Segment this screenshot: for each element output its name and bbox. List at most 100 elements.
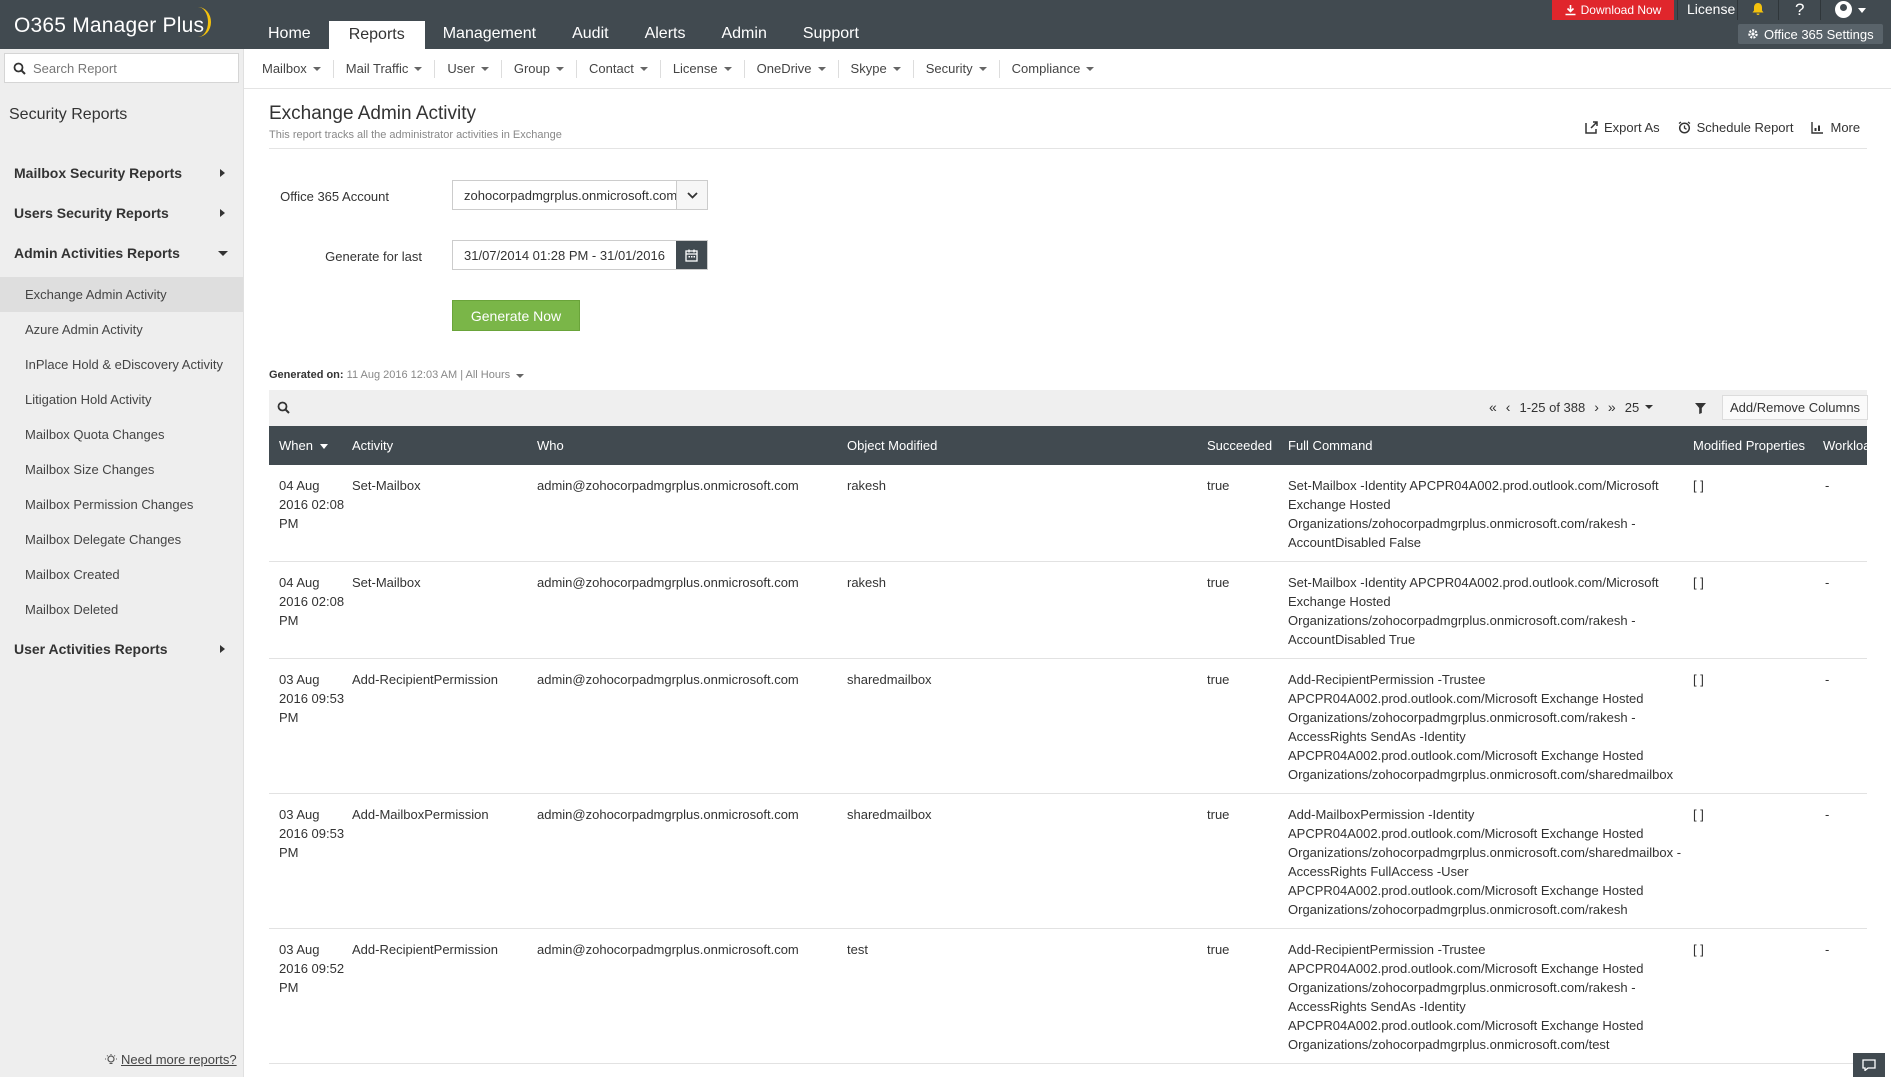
subnav-label: Group — [513, 61, 550, 76]
cell-modified-properties[interactable]: [ ] — [1693, 670, 1704, 689]
cell-when: 04 Aug 2016 02:08 PM — [279, 575, 345, 628]
subnav-onedrive[interactable]: OneDrive — [745, 59, 839, 78]
sidebar-section-users-security[interactable]: Users Security Reports — [0, 193, 243, 233]
column-header-full-command[interactable]: Full Command — [1288, 438, 1373, 453]
export-as-button[interactable]: Export As — [1585, 120, 1660, 135]
sidebar-item-mailbox-created[interactable]: Mailbox Created — [0, 557, 243, 592]
schedule-report-button[interactable]: Schedule Report — [1678, 120, 1793, 135]
next-page-icon[interactable]: › — [1594, 399, 1599, 415]
first-page-icon[interactable]: « — [1489, 399, 1497, 415]
report-search[interactable] — [4, 53, 239, 83]
sort-desc-icon — [319, 444, 328, 450]
user-avatar-icon[interactable] — [1835, 1, 1852, 18]
chevron-down-icon — [1086, 66, 1095, 71]
sidebar-section-mailbox-security[interactable]: Mailbox Security Reports — [0, 153, 243, 193]
page-size-select[interactable]: 25 — [1625, 400, 1654, 415]
date-range-input[interactable]: 31/07/2014 01:28 PM - 31/01/2016 — [452, 240, 708, 270]
sidebar-section-user-activities[interactable]: User Activities Reports — [0, 629, 243, 669]
last-page-icon[interactable]: » — [1608, 399, 1616, 415]
add-remove-columns-button[interactable]: Add/Remove Columns — [1722, 395, 1869, 420]
nav-tab-management[interactable]: Management — [425, 0, 554, 49]
more-button[interactable]: More — [1811, 120, 1860, 135]
sidebar-item-mailbox-quota-changes[interactable]: Mailbox Quota Changes — [0, 417, 243, 452]
bell-icon[interactable] — [1751, 2, 1765, 19]
cell-when: 04 Aug 2016 02:08 PM — [279, 478, 345, 531]
cell-full-command: Add-RecipientPermission -Trustee APCPR04… — [1288, 942, 1644, 1052]
chat-icon[interactable] — [1853, 1053, 1885, 1077]
subnav-label: Skype — [850, 61, 887, 76]
nav-tab-support[interactable]: Support — [785, 0, 877, 49]
sidebar-item-litigation-hold[interactable]: Litigation Hold Activity — [0, 382, 243, 417]
subnav-mailbox[interactable]: Mailbox — [250, 59, 334, 78]
cell-modified-properties[interactable]: [ ] — [1693, 573, 1704, 592]
report-search-input[interactable] — [33, 60, 233, 76]
generate-now-button[interactable]: Generate Now — [452, 300, 580, 331]
subnav-group[interactable]: Group — [502, 59, 577, 78]
cell-workload: - — [1825, 942, 1830, 957]
export-as-label: Export As — [1604, 120, 1660, 135]
column-header-workload[interactable]: Workload — [1823, 438, 1867, 453]
sidebar-item-azure-admin-activity[interactable]: Azure Admin Activity — [0, 312, 243, 347]
subnav-mail-traffic[interactable]: Mail Traffic — [334, 59, 436, 78]
need-more-reports-link[interactable]: Need more reports? — [105, 1052, 237, 1067]
column-header-when[interactable]: When — [279, 438, 328, 453]
calendar-button[interactable] — [676, 241, 707, 269]
sidebar-section-admin-activities[interactable]: Admin Activities Reports — [0, 233, 243, 273]
license-link[interactable]: License — [1687, 1, 1735, 17]
cell-modified-properties[interactable]: [ ] — [1693, 805, 1704, 824]
main-nav: Home Reports Management Audit Alerts Adm… — [250, 0, 877, 49]
column-header-modified-properties[interactable]: Modified Properties — [1693, 438, 1805, 453]
cell-activity: Set-Mailbox — [352, 575, 421, 590]
filter-icon[interactable] — [1695, 402, 1706, 417]
sidebar-item-mailbox-deleted[interactable]: Mailbox Deleted — [0, 592, 243, 627]
table-row[interactable]: 03 Aug 2016 09:52 PM Add-RecipientPermis… — [269, 929, 1867, 1064]
help-icon[interactable]: ? — [1795, 0, 1804, 20]
cell-succeeded: true — [1207, 672, 1230, 687]
admin-activities-list: Exchange Admin Activity Azure Admin Acti… — [0, 277, 243, 627]
subnav-label: OneDrive — [756, 61, 812, 76]
cell-modified-properties[interactable]: [ ] — [1693, 940, 1704, 959]
sidebar-item-mailbox-permission-changes[interactable]: Mailbox Permission Changes — [0, 487, 243, 522]
top-divider — [1820, 0, 1821, 20]
nav-tab-alerts[interactable]: Alerts — [627, 0, 704, 49]
title-divider — [269, 148, 1867, 149]
table-row[interactable]: 04 Aug 2016 02:08 PM Set-Mailbox admin@z… — [269, 562, 1867, 659]
subnav-license[interactable]: License — [661, 59, 745, 78]
table-row[interactable]: 04 Aug 2016 02:08 PM Set-Mailbox admin@z… — [269, 465, 1867, 562]
all-hours-dropdown[interactable]: All Hours — [466, 369, 525, 381]
nav-tab-reports[interactable]: Reports — [328, 21, 425, 49]
table-row[interactable]: 03 Aug 2016 09:53 PM Add-MailboxPermissi… — [269, 794, 1867, 929]
column-header-succeeded[interactable]: Succeeded — [1207, 438, 1272, 453]
subnav-compliance[interactable]: Compliance — [1000, 60, 1107, 78]
subnav-security[interactable]: Security — [914, 59, 1000, 78]
table-row[interactable]: 03 Aug 2016 09:53 PM Add-RecipientPermis… — [269, 659, 1867, 794]
sidebar-item-mailbox-size-changes[interactable]: Mailbox Size Changes — [0, 452, 243, 487]
account-dropdown-button[interactable] — [676, 181, 707, 209]
subnav-contact[interactable]: Contact — [577, 59, 661, 78]
sidebar-item-inplace-hold[interactable]: InPlace Hold & eDiscovery Activity — [0, 347, 243, 382]
office365-settings-button[interactable]: Office 365 Settings — [1738, 24, 1883, 44]
sidebar-item-exchange-admin-activity[interactable]: Exchange Admin Activity — [0, 277, 243, 312]
cell-full-command: Add-MailboxPermission -Identity APCPR04A… — [1288, 807, 1682, 917]
prev-page-icon[interactable]: ‹ — [1506, 399, 1511, 415]
download-now-button[interactable]: Download Now — [1552, 0, 1674, 20]
alarm-clock-icon — [1678, 121, 1691, 134]
cell-modified-properties[interactable]: [ ] — [1693, 476, 1704, 495]
nav-tab-home[interactable]: Home — [250, 0, 329, 49]
column-header-object-modified[interactable]: Object Modified — [847, 438, 937, 453]
chevron-down-icon[interactable] — [1858, 8, 1866, 13]
office365-account-select[interactable]: zohocorpadmgrplus.onmicrosoft.com — [452, 180, 708, 210]
column-header-activity[interactable]: Activity — [352, 438, 393, 453]
nav-tab-audit[interactable]: Audit — [554, 0, 626, 49]
page-actions: Export As Schedule Report More — [1585, 120, 1860, 135]
nav-tab-admin[interactable]: Admin — [703, 0, 784, 49]
cell-succeeded: true — [1207, 575, 1230, 590]
sidebar-item-mailbox-delegate-changes[interactable]: Mailbox Delegate Changes — [0, 522, 243, 557]
cell-activity: Add-MailboxPermission — [352, 807, 489, 822]
table-search-icon[interactable] — [277, 401, 290, 417]
app-logo[interactable]: O365 Manager Plus — [14, 14, 204, 38]
column-header-who[interactable]: Who — [537, 438, 564, 453]
subnav-skype[interactable]: Skype — [839, 59, 914, 78]
cell-object-modified: sharedmailbox — [847, 807, 932, 822]
subnav-user[interactable]: User — [435, 59, 502, 78]
